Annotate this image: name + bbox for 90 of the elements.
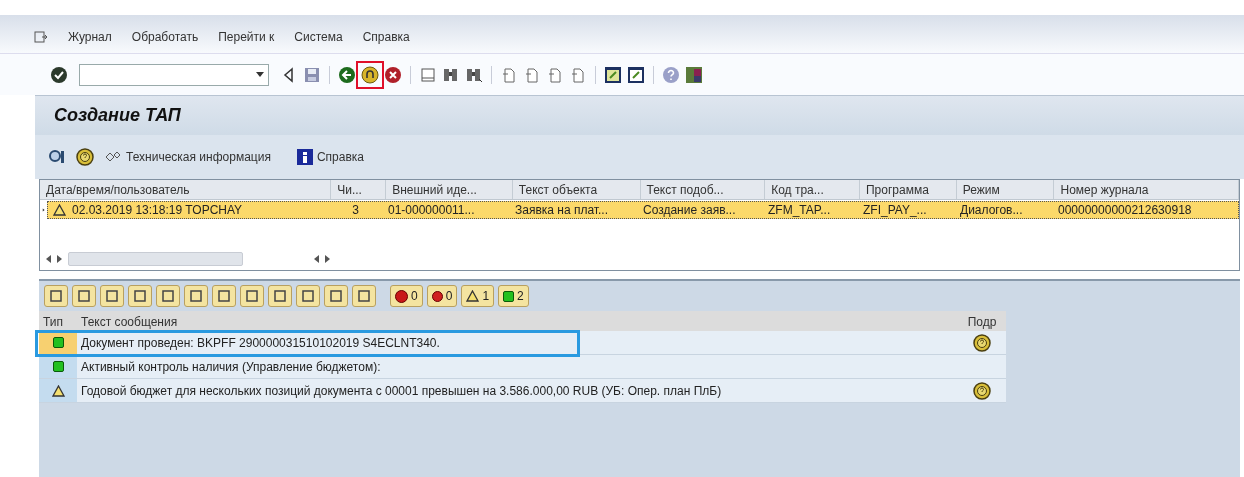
tool-icon [245,289,259,303]
save-icon[interactable] [303,65,321,84]
type-cell[interactable] [39,355,77,378]
scroll-right-icon[interactable] [325,255,330,263]
column-header[interactable]: Текст подоб... [640,180,766,199]
tool-icon [357,289,371,303]
column-header[interactable]: Дата/время/пользователь [40,180,332,199]
checkmark-icon[interactable] [50,65,68,84]
window-icon[interactable] [604,65,622,84]
table-cell-text: Диалогов... [960,202,1023,219]
toolbar-button[interactable] [296,285,320,307]
menu-item[interactable]: Журнал [68,28,112,46]
log-row[interactable]: 02.03.2019 13:18:19 TOPCHAY 3 01-000000011... Заявка на плат... Создание заяв... ZFM_TAP... ZFI_PAY_... Диалогов... 00000000000212630918 [47,201,1239,219]
toolbar-button[interactable] [212,285,236,307]
page-icon[interactable] [569,65,587,84]
column-header[interactable]: Код тра... [765,180,860,199]
table-cell-text: 3 [352,202,359,219]
screen-title: Создание ТАП [54,104,181,127]
column-header[interactable]: Текст сообщения [81,313,958,331]
message-count-button[interactable]: 0 [390,285,423,307]
column-header[interactable]: Чи... [331,180,387,199]
tool-icon [301,289,315,303]
tool-icon [49,289,63,303]
column-header[interactable]: Программа [859,180,957,199]
tool-icon [133,289,147,303]
tool-icon [77,289,91,303]
table-cell-text: Создание заяв... [643,202,736,219]
column-header[interactable]: Номер журнала [1054,180,1239,199]
tool-icon [273,289,287,303]
message-text: Документ проведен: BKPFF 290000031510102019 S4ECLNT340. [80,334,441,352]
scroll-right-icon[interactable] [57,255,62,263]
info-icon [296,149,313,165]
menu-item[interactable]: Система [294,28,343,46]
tool-icon [189,289,203,303]
column-header[interactable]: Текст объекта [512,180,641,199]
layout-icon[interactable] [685,65,703,84]
dropdown-icon[interactable] [256,72,264,77]
message-count-button[interactable]: 2 [498,285,529,307]
tool-icon [329,289,343,303]
message-text: Активный контроль наличия (Управление бюджетом): [80,358,382,376]
menu-item[interactable]: Справка [362,28,410,46]
scroll-left-icon[interactable] [314,255,319,263]
toolbar-button[interactable] [44,285,68,307]
toolbar-button[interactable] [184,285,208,307]
table-cell-text: Заявка на плат... [515,202,609,219]
table-cell-text: 00000000000212630918 [1058,202,1192,219]
tool-icon [105,289,119,303]
print-icon[interactable] [419,65,437,84]
page-icon[interactable] [546,65,564,84]
table-cell-text: 01-000000011... [388,202,475,219]
tool-icon [217,289,231,303]
message-text: Годовой бюджет для нескольких позиций документа с 00001 превышен на 3.586.000,00 RUB (УБ: Опер. план ПлБ) [80,382,723,400]
column-header[interactable]: Внешний иде... [386,180,513,199]
help-icon[interactable] [973,381,991,400]
toolbar-button[interactable] [100,285,124,307]
menu-icon[interactable] [34,31,48,43]
toolbar-button[interactable] [156,285,180,307]
column-header[interactable]: Тип [39,313,81,331]
page-icon[interactable] [500,65,518,84]
scroll-left-icon[interactable] [46,255,51,263]
message-count-button[interactable]: 0 [426,285,458,307]
help-button[interactable]: Справка [296,148,364,166]
type-cell[interactable] [39,331,77,354]
command-field[interactable] [79,63,269,86]
toolbar-button[interactable] [240,285,264,307]
cancel-icon[interactable] [384,65,402,84]
technical-info-button[interactable]: Техническая информация [104,148,271,166]
help-icon[interactable] [973,333,991,352]
exit-icon[interactable] [361,65,379,84]
menu-item[interactable]: Обработать [131,28,199,46]
help-icon[interactable] [76,148,94,166]
window-icon[interactable] [627,65,645,84]
gears-icon [104,150,122,164]
menu-item[interactable]: Перейти к [218,28,275,46]
message-count-button[interactable]: 1 [461,285,495,307]
page-icon[interactable] [523,65,541,84]
type-cell[interactable] [39,379,77,402]
column-header[interactable]: Подр [958,313,1006,331]
tool-icon [161,289,175,303]
magnifier-icon[interactable] [48,148,66,166]
toolbar-button[interactable] [72,285,96,307]
scrollbar-thumb[interactable] [68,252,243,266]
toolbar-button[interactable] [324,285,348,307]
toolbar-button[interactable] [128,285,152,307]
table-cell-text: ZFM_TAP... [768,202,831,219]
table-cell-text: 02.03.2019 13:18:19 TOPCHAY [72,202,243,219]
toolbar-button[interactable] [352,285,376,307]
table-cell-text: ZFI_PAY_... [863,202,927,219]
toolbar-button[interactable] [268,285,292,307]
column-header[interactable]: Режим [956,180,1055,199]
